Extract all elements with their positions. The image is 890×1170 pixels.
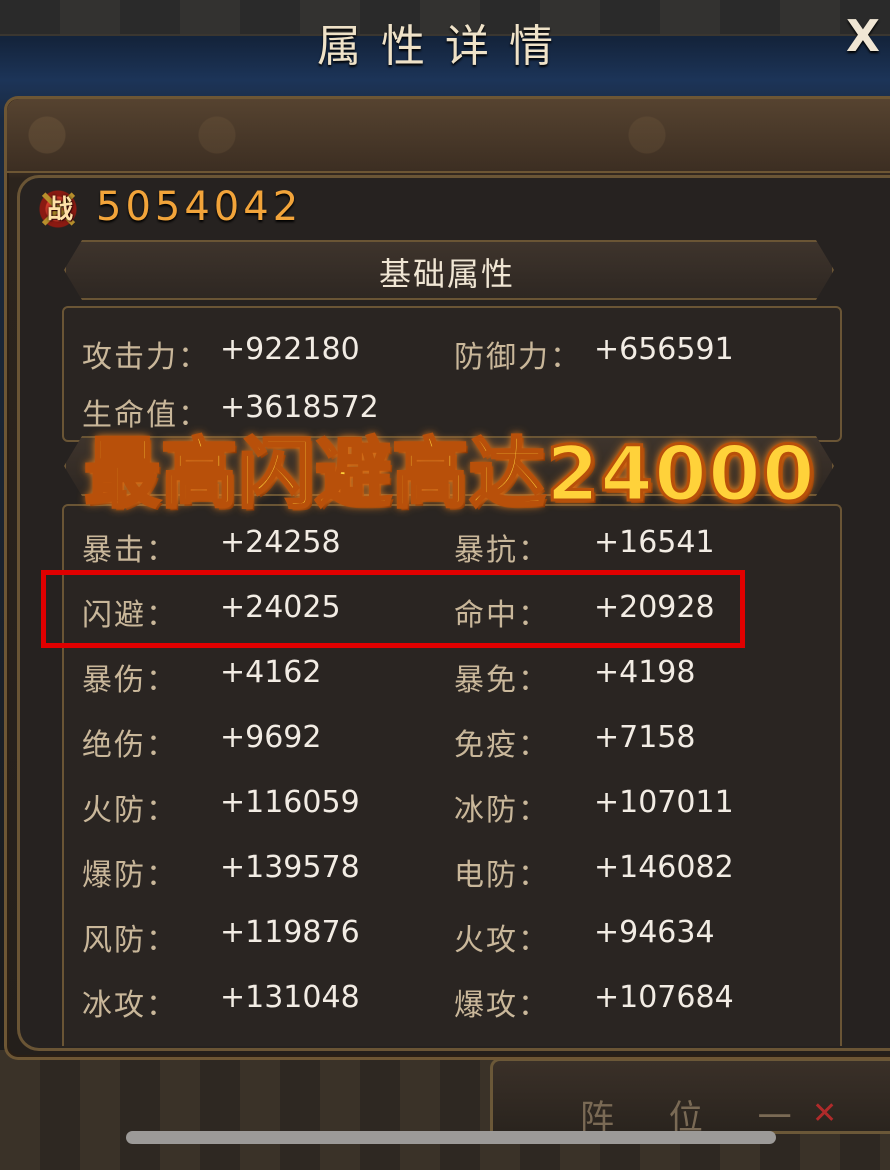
stat-label: 冰防： [454, 793, 550, 828]
dodge-highlight-box [41, 570, 745, 648]
stat-label: 暴击： [82, 533, 178, 568]
stat-value: +656591 [594, 332, 734, 367]
stat-label: 爆攻： [454, 988, 550, 1023]
stat-label: 绝伤： [82, 728, 178, 763]
stat-label: 火攻： [454, 923, 550, 958]
stat-label: 爆防： [82, 858, 178, 893]
stat-value: +107684 [594, 980, 734, 1015]
stat-value: +116059 [220, 785, 360, 820]
stat-value: +24258 [220, 525, 341, 560]
stat-value: +4162 [220, 655, 322, 690]
home-indicator[interactable] [126, 1131, 776, 1144]
promo-headline: 最高闪避高达24000 [83, 428, 816, 520]
background-red-mark-icon: ✕ [812, 1096, 838, 1131]
stat-value: +922180 [220, 332, 360, 367]
dialog-title: 属性详情 [317, 21, 573, 72]
stat-value: +94634 [594, 915, 715, 950]
stat-label: 免疫： [454, 728, 550, 763]
stat-label: 火防： [82, 793, 178, 828]
stat-value: +9692 [220, 720, 322, 755]
stat-value: +131048 [220, 980, 360, 1015]
stat-value: +119876 [220, 915, 360, 950]
combat-power-value: 5054042 [96, 184, 303, 230]
close-button[interactable]: X [838, 12, 888, 62]
dialog-title-bar [7, 99, 890, 173]
stat-value: +16541 [594, 525, 715, 560]
stat-value: +7158 [594, 720, 696, 755]
stat-label: 暴伤： [82, 663, 178, 698]
basic-attributes-title: 基础属性 [378, 255, 515, 293]
game-screen: 阵 位 一 ✕ 属性详情 X 战 5054042 基础属性 攻击力： +9221… [0, 0, 890, 1170]
stat-value: +139578 [220, 850, 360, 885]
stat-label: 防御力： [454, 340, 582, 375]
stat-label: 暴免： [454, 663, 550, 698]
stat-label: 冰攻： [82, 988, 178, 1023]
stat-label: 风防： [82, 923, 178, 958]
stat-value: +146082 [594, 850, 734, 885]
stat-label: 攻击力： [82, 340, 210, 375]
stat-label: 暴抗： [454, 533, 550, 568]
stat-label: 电防： [454, 858, 550, 893]
combat-power-badge-char: 战 [46, 195, 73, 225]
stat-value: +107011 [594, 785, 734, 820]
stat-value: +4198 [594, 655, 696, 690]
